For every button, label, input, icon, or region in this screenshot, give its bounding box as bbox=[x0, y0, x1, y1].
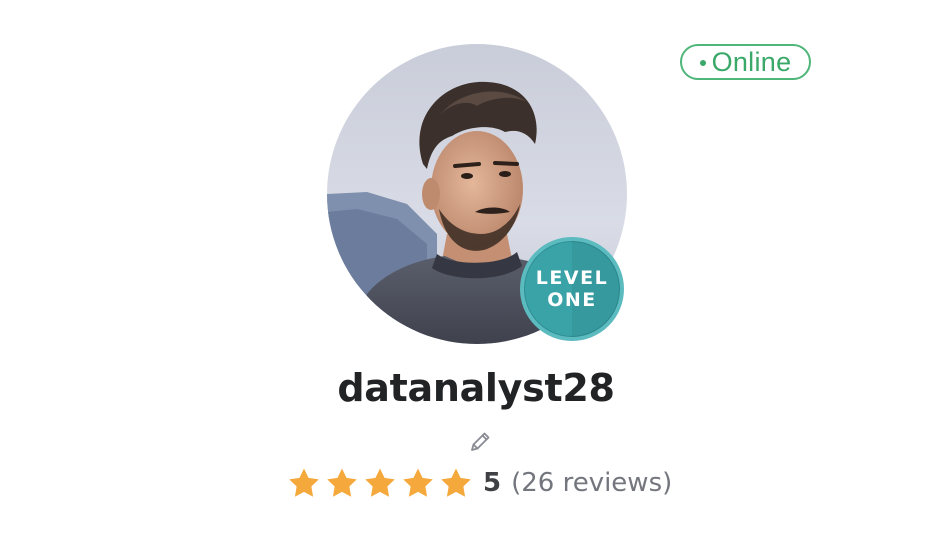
rating-score: 5 bbox=[483, 468, 502, 498]
pencil-icon[interactable] bbox=[467, 429, 493, 455]
online-status-badge: Online bbox=[680, 44, 811, 80]
level-badge-line1: LEVEL bbox=[535, 267, 609, 289]
username: datanalyst28 bbox=[337, 366, 615, 410]
online-dot-icon bbox=[699, 59, 706, 66]
online-status-label: Online bbox=[711, 46, 792, 77]
star-icon bbox=[365, 468, 395, 497]
level-one-badge: LEVEL ONE bbox=[520, 237, 624, 341]
star-icon bbox=[327, 468, 357, 497]
seller-profile-card: Online LEVEL ONE datanalyst28 5 (26 revi… bbox=[0, 0, 952, 536]
star-icon bbox=[289, 468, 319, 497]
star-icon bbox=[403, 468, 433, 497]
star-icon bbox=[441, 468, 471, 497]
reviews-count-link[interactable]: (26 reviews) bbox=[511, 468, 672, 498]
rating-summary: 5 (26 reviews) bbox=[287, 464, 672, 502]
level-badge-line2: ONE bbox=[547, 289, 597, 311]
